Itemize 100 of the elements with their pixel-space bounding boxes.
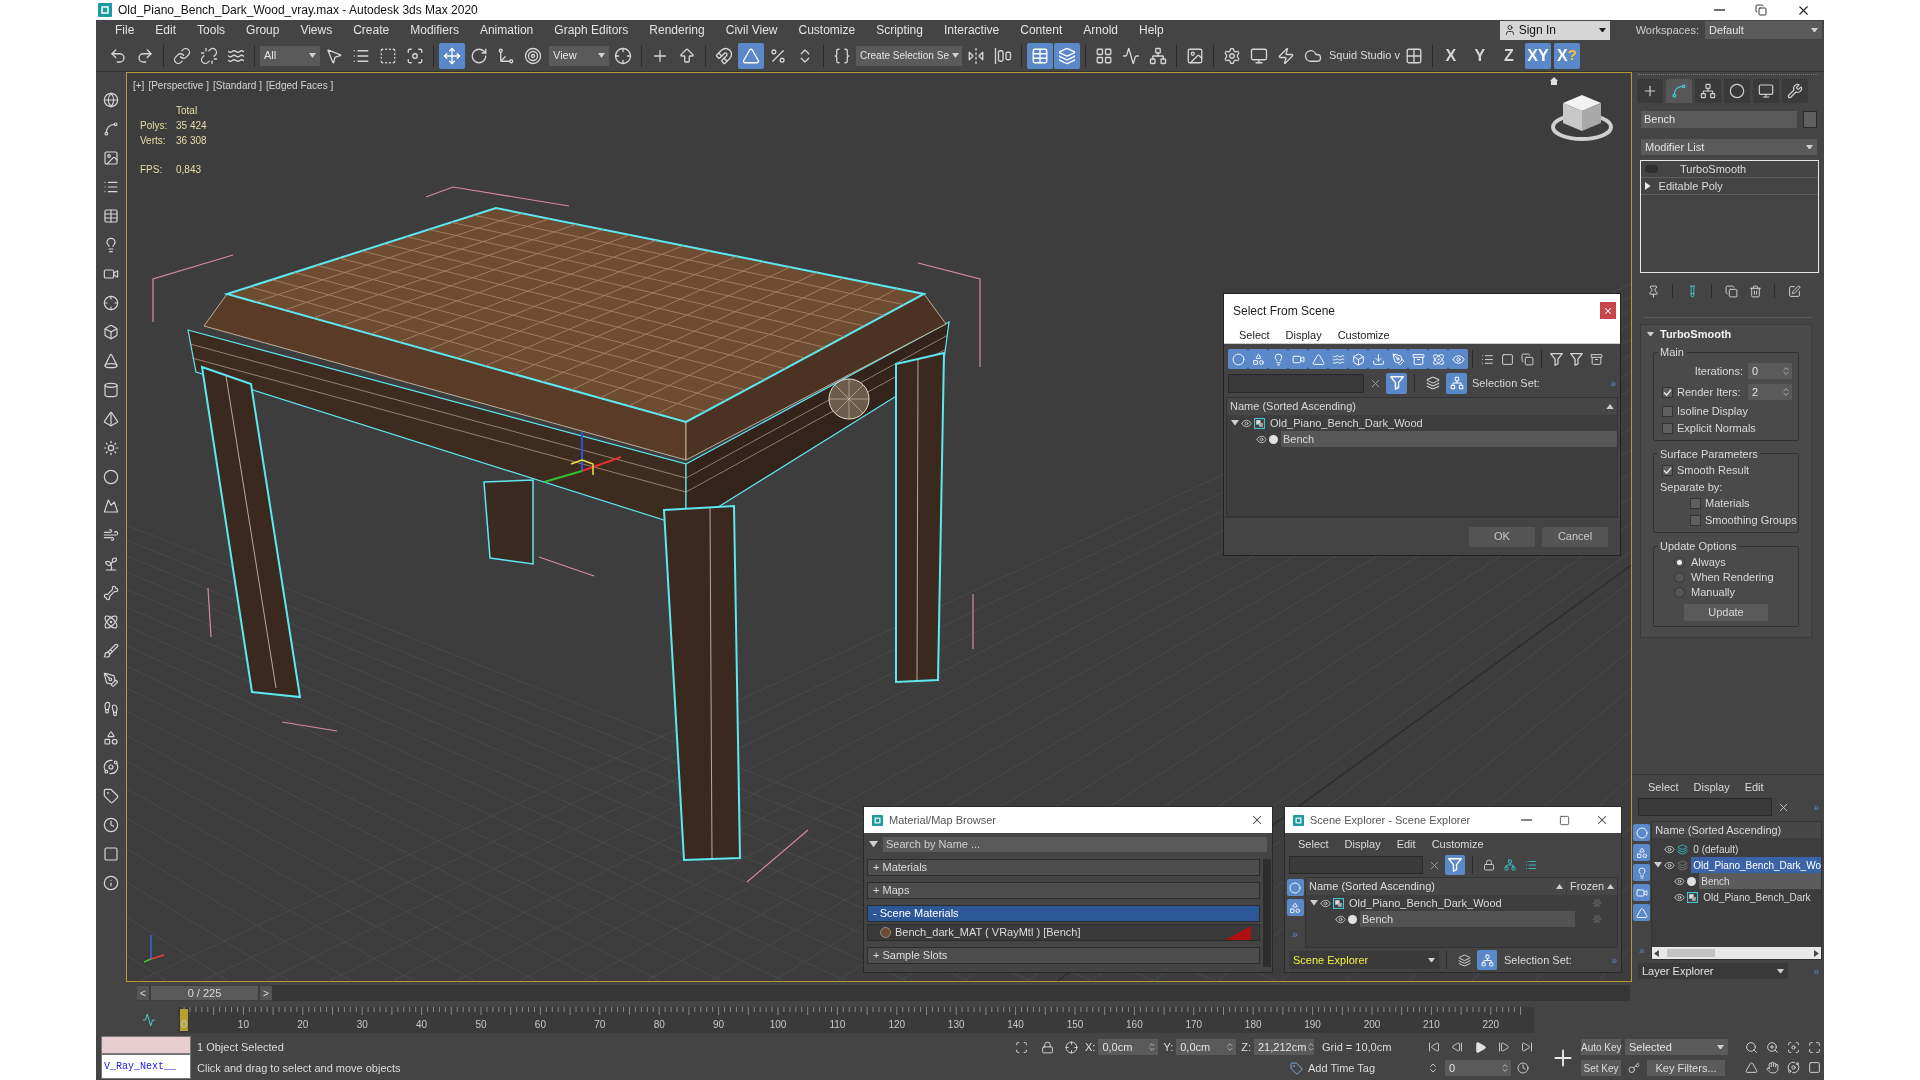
menu-item[interactable]: Modifiers: [410, 21, 459, 39]
view-toggle-button[interactable]: [1386, 372, 1407, 394]
axis-constraint-button[interactable]: XY: [1524, 42, 1551, 69]
auto-key-button[interactable]: Auto Key: [1581, 1039, 1621, 1055]
menu-item[interactable]: Arnold: [1083, 21, 1118, 39]
coordinate-field[interactable]: 0,0cm: [1176, 1039, 1237, 1055]
move-button[interactable]: [439, 42, 465, 69]
search-field[interactable]: [1228, 373, 1364, 393]
menu-item[interactable]: Interactive: [943, 21, 1000, 39]
menu-item[interactable]: Help: [1138, 21, 1164, 39]
menu-item[interactable]: Edit: [155, 21, 177, 39]
checkbox[interactable]: [1662, 465, 1673, 476]
search-field[interactable]: [1289, 856, 1423, 874]
tree-item[interactable]: Old_Piano_Bench_Dark_Wo: [1691, 857, 1821, 873]
home-icon[interactable]: [1549, 76, 1559, 86]
command-panel-tab[interactable]: [1753, 79, 1779, 103]
viewport-label[interactable]: [Edged Faces ]: [265, 78, 334, 93]
time-configuration-button[interactable]: [1514, 1060, 1532, 1076]
key-filters-button[interactable]: Key Filters...: [1647, 1060, 1725, 1076]
side-filter-button[interactable]: [1633, 904, 1651, 921]
axis-constraint-button[interactable]: Y: [1466, 42, 1493, 69]
checkbox[interactable]: [1662, 386, 1673, 398]
menu-item[interactable]: Tools: [197, 21, 226, 39]
tree-item[interactable]: Old_Piano_Bench_Dark_Wood: [1347, 895, 1575, 911]
close-button[interactable]: [1600, 302, 1616, 319]
command-panel-tab[interactable]: [1666, 79, 1692, 103]
set-key-button[interactable]: Set Key: [1581, 1060, 1621, 1076]
menu-item[interactable]: Select: [1648, 778, 1679, 796]
tree-item[interactable]: Old_Piano_Bench_Dark_Wood: [1268, 415, 1617, 431]
column-header[interactable]: Name (Sorted Ascending): [1306, 878, 1566, 895]
reference-coordinate-dropdown[interactable]: View: [549, 45, 609, 66]
add-time-tag-button[interactable]: Add Time Tag: [1290, 1059, 1376, 1077]
pan-button[interactable]: [1763, 1059, 1782, 1076]
coordinate-field[interactable]: 0,0cm: [1098, 1039, 1159, 1055]
checkbox[interactable]: [1662, 405, 1673, 417]
tree-item[interactable]: Bench: [1699, 873, 1821, 889]
axis-constraint-button[interactable]: X: [1437, 42, 1464, 69]
menu-item[interactable]: Select: [1239, 326, 1270, 344]
menu-item[interactable]: Civil View: [725, 21, 778, 39]
checkbox[interactable]: [1662, 422, 1673, 434]
modifier-stack-item[interactable]: TurboSmooth: [1641, 161, 1818, 178]
update-button[interactable]: Update: [1684, 603, 1768, 621]
menu-item[interactable]: Scripting: [876, 21, 923, 39]
tree-item[interactable]: Bench: [1281, 431, 1617, 447]
maxscript-input-field[interactable]: [101, 1036, 191, 1054]
search-field[interactable]: [1638, 798, 1772, 816]
menu-item[interactable]: Content: [1020, 21, 1063, 39]
viewport-label[interactable]: [+]: [133, 78, 145, 93]
category-header[interactable]: - Scene Materials: [867, 905, 1260, 922]
spinner-field[interactable]: 2: [1748, 384, 1792, 400]
current-frame-field[interactable]: 0: [1445, 1060, 1511, 1076]
selection-filter-dropdown[interactable]: All: [260, 45, 320, 66]
side-filter-button[interactable]: [1286, 879, 1304, 896]
command-panel-tab[interactable]: [1724, 79, 1750, 103]
side-filter-button[interactable]: [1633, 884, 1651, 901]
object-name-field[interactable]: Bench: [1641, 111, 1797, 128]
previous-frame-button[interactable]: <: [137, 986, 149, 1000]
menu-item[interactable]: Rendering: [649, 21, 705, 39]
filter-toggle-button[interactable]: [1445, 855, 1465, 875]
side-filter-button[interactable]: [1633, 824, 1651, 841]
display-filter-button[interactable]: [1348, 349, 1368, 369]
menu-item[interactable]: Animation: [479, 21, 534, 39]
horizontal-scrollbar[interactable]: [1652, 947, 1821, 959]
workspaces-dropdown[interactable]: Default: [1705, 21, 1822, 39]
radio-button[interactable]: [1674, 586, 1685, 598]
sign-in-dropdown[interactable]: Sign In: [1499, 20, 1610, 40]
checkbox[interactable]: [1690, 498, 1701, 509]
category-header[interactable]: + Sample Slots: [867, 947, 1260, 964]
time-slider-track[interactable]: < 0 / 225 >: [137, 985, 1630, 1001]
maxscript-output-field[interactable]: V_Ray_Next__: [101, 1054, 191, 1079]
layer-explorer-toggle-button[interactable]: [1054, 42, 1080, 69]
angle-snap-button[interactable]: [738, 42, 764, 69]
side-filter-button[interactable]: [1633, 844, 1651, 861]
category-header[interactable]: + Maps: [867, 882, 1260, 899]
close-button[interactable]: [1250, 813, 1264, 827]
time-slider-thumb[interactable]: < 0 / 225 >: [137, 985, 272, 1001]
command-panel-tab[interactable]: [1637, 79, 1663, 103]
viewport-label[interactable]: [Perspective ]: [148, 78, 209, 93]
coordinate-field[interactable]: 21,212cm: [1254, 1039, 1314, 1055]
named-selection-dropdown[interactable]: Create Selection Se: [856, 45, 962, 66]
menu-item[interactable]: Edit: [1744, 778, 1764, 796]
modifier-list-dropdown[interactable]: Modifier List: [1641, 139, 1817, 155]
display-filter-button[interactable]: [1328, 349, 1348, 369]
radio-button[interactable]: [1674, 556, 1685, 568]
tree-item[interactable]: Old_Piano_Bench_Dark: [1701, 889, 1821, 905]
search-field[interactable]: Search by Name ...: [883, 836, 1267, 852]
modifier-stack-item[interactable]: Editable Poly: [1641, 178, 1818, 195]
explorer-mode-button[interactable]: [1477, 950, 1497, 970]
menu-item[interactable]: Customize: [1337, 326, 1390, 344]
menu-item[interactable]: Display: [1344, 835, 1381, 853]
render-preset-label[interactable]: Squid Studio v: [1329, 47, 1400, 64]
object-color-swatch-icon[interactable]: [1803, 111, 1817, 128]
column-header[interactable]: Name (Sorted Ascending): [1227, 398, 1617, 415]
scrollbar-thumb[interactable]: [1667, 949, 1716, 957]
view-toggle-button[interactable]: [1446, 372, 1467, 394]
tree-item[interactable]: 0 (default): [1691, 841, 1821, 857]
menu-item[interactable]: Graph Editors: [554, 21, 629, 39]
next-frame-button[interactable]: >: [260, 986, 272, 1000]
column-header[interactable]: Name (Sorted Ascending): [1652, 822, 1821, 838]
dialog-button[interactable]: OK: [1469, 526, 1535, 547]
